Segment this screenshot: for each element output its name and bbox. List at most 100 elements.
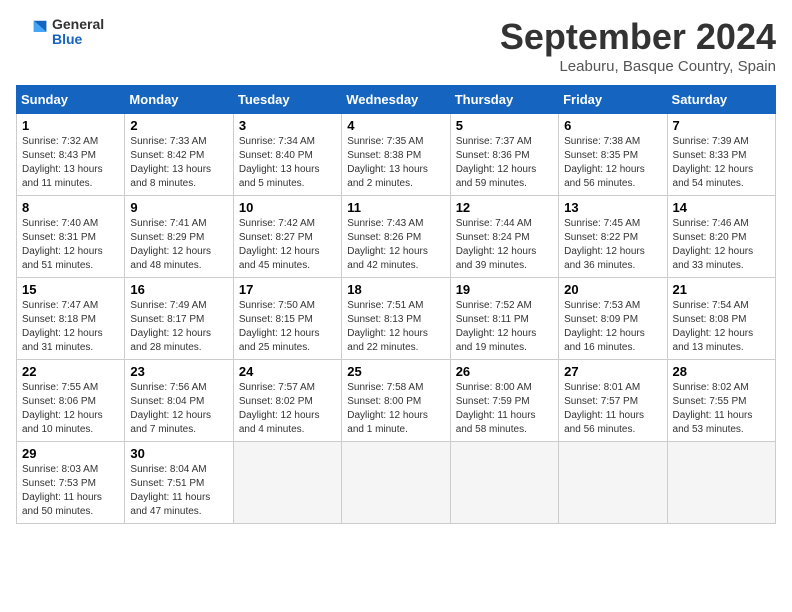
day-info: Sunrise: 7:37 AM Sunset: 8:36 PM Dayligh… [456, 135, 553, 191]
day-cell: 28 Sunrise: 8:02 AM Sunset: 7:55 PM Dayli… [667, 360, 775, 442]
day-cell: 14 Sunrise: 7:46 AM Sunset: 8:20 PM Dayli… [667, 196, 775, 278]
day-cell: 20 Sunrise: 7:53 AM Sunset: 8:09 PM Dayli… [559, 278, 667, 360]
day-cell: 13Sunrise: 7:45 AM Sunset: 8:22 PM Dayli… [559, 196, 667, 278]
day-info: Sunrise: 7:32 AM Sunset: 8:43 PM Dayligh… [22, 135, 119, 191]
day-info: Sunrise: 7:46 AM Sunset: 8:20 PM Dayligh… [673, 217, 770, 273]
week-row-4: 22 Sunrise: 7:55 AM Sunset: 8:06 PM Dayli… [17, 360, 776, 442]
day-number: 30 [130, 446, 227, 461]
day-info: Sunrise: 7:53 AM Sunset: 8:09 PM Dayligh… [564, 299, 661, 355]
day-info: Sunrise: 7:57 AM Sunset: 8:02 PM Dayligh… [239, 381, 336, 437]
day-number: 4 [347, 118, 444, 133]
day-cell: 5 Sunrise: 7:37 AM Sunset: 8:36 PM Daylig… [450, 114, 558, 196]
day-info: Sunrise: 7:33 AM Sunset: 8:42 PM Dayligh… [130, 135, 227, 191]
day-cell: 30 Sunrise: 8:04 AM Sunset: 7:51 PM Dayli… [125, 442, 233, 524]
logo-general: General [52, 17, 104, 32]
day-info: Sunrise: 7:38 AM Sunset: 8:35 PM Dayligh… [564, 135, 661, 191]
day-cell: 25 Sunrise: 7:58 AM Sunset: 8:00 PM Dayli… [342, 360, 450, 442]
week-row-2: 8Sunrise: 7:40 AM Sunset: 8:31 PM Daylig… [17, 196, 776, 278]
day-number: 20 [564, 282, 661, 297]
day-number: 22 [22, 364, 119, 379]
day-cell: 23 Sunrise: 7:56 AM Sunset: 8:04 PM Dayli… [125, 360, 233, 442]
week-row-5: 29 Sunrise: 8:03 AM Sunset: 7:53 PM Dayli… [17, 442, 776, 524]
day-number: 5 [456, 118, 553, 133]
col-header-tuesday: Tuesday [233, 86, 341, 114]
day-cell [559, 442, 667, 524]
day-number: 6 [564, 118, 661, 133]
day-cell: 18 Sunrise: 7:51 AM Sunset: 8:13 PM Dayli… [342, 278, 450, 360]
day-info: Sunrise: 8:03 AM Sunset: 7:53 PM Dayligh… [22, 463, 119, 519]
day-cell: 26 Sunrise: 8:00 AM Sunset: 7:59 PM Dayli… [450, 360, 558, 442]
header-row: SundayMondayTuesdayWednesdayThursdayFrid… [17, 86, 776, 114]
day-cell: 4Sunrise: 7:35 AM Sunset: 8:38 PM Daylig… [342, 114, 450, 196]
day-info: Sunrise: 7:55 AM Sunset: 8:06 PM Dayligh… [22, 381, 119, 437]
day-number: 17 [239, 282, 336, 297]
month-title: September 2024 [500, 16, 776, 58]
title-block: September 2024 Leaburu, Basque Country, … [500, 16, 776, 75]
day-number: 1 [22, 118, 119, 133]
day-cell: 29 Sunrise: 8:03 AM Sunset: 7:53 PM Dayli… [17, 442, 125, 524]
day-cell: 21 Sunrise: 7:54 AM Sunset: 8:08 PM Dayli… [667, 278, 775, 360]
day-info: Sunrise: 8:04 AM Sunset: 7:51 PM Dayligh… [130, 463, 227, 519]
day-info: Sunrise: 8:00 AM Sunset: 7:59 PM Dayligh… [456, 381, 553, 437]
day-info: Sunrise: 7:41 AM Sunset: 8:29 PM Dayligh… [130, 217, 227, 273]
day-cell: 24 Sunrise: 7:57 AM Sunset: 8:02 PM Dayli… [233, 360, 341, 442]
day-number: 19 [456, 282, 553, 297]
col-header-sunday: Sunday [17, 86, 125, 114]
col-header-wednesday: Wednesday [342, 86, 450, 114]
day-number: 3 [239, 118, 336, 133]
day-info: Sunrise: 7:43 AM Sunset: 8:26 PM Dayligh… [347, 217, 444, 273]
day-info: Sunrise: 7:56 AM Sunset: 8:04 PM Dayligh… [130, 381, 227, 437]
day-cell: 8Sunrise: 7:40 AM Sunset: 8:31 PM Daylig… [17, 196, 125, 278]
day-info: Sunrise: 7:42 AM Sunset: 8:27 PM Dayligh… [239, 217, 336, 273]
day-cell: 3 Sunrise: 7:34 AM Sunset: 8:40 PM Daylig… [233, 114, 341, 196]
week-row-1: 1 Sunrise: 7:32 AM Sunset: 8:43 PM Daylig… [17, 114, 776, 196]
day-info: Sunrise: 7:51 AM Sunset: 8:13 PM Dayligh… [347, 299, 444, 355]
day-number: 15 [22, 282, 119, 297]
day-number: 18 [347, 282, 444, 297]
day-cell [342, 442, 450, 524]
location: Leaburu, Basque Country, Spain [500, 58, 776, 75]
day-cell: 22 Sunrise: 7:55 AM Sunset: 8:06 PM Dayli… [17, 360, 125, 442]
day-cell [667, 442, 775, 524]
day-cell: 2 Sunrise: 7:33 AM Sunset: 8:42 PM Daylig… [125, 114, 233, 196]
day-number: 29 [22, 446, 119, 461]
day-number: 16 [130, 282, 227, 297]
day-info: Sunrise: 7:34 AM Sunset: 8:40 PM Dayligh… [239, 135, 336, 191]
day-number: 2 [130, 118, 227, 133]
day-info: Sunrise: 7:49 AM Sunset: 8:17 PM Dayligh… [130, 299, 227, 355]
day-number: 23 [130, 364, 227, 379]
col-header-friday: Friday [559, 86, 667, 114]
logo: General Blue [16, 16, 104, 48]
day-number: 7 [673, 118, 770, 133]
col-header-monday: Monday [125, 86, 233, 114]
day-number: 14 [673, 200, 770, 215]
day-cell: 6 Sunrise: 7:38 AM Sunset: 8:35 PM Daylig… [559, 114, 667, 196]
day-cell: 16 Sunrise: 7:49 AM Sunset: 8:17 PM Dayli… [125, 278, 233, 360]
day-info: Sunrise: 7:39 AM Sunset: 8:33 PM Dayligh… [673, 135, 770, 191]
day-number: 11 [347, 200, 444, 215]
day-number: 9 [130, 200, 227, 215]
day-info: Sunrise: 7:40 AM Sunset: 8:31 PM Dayligh… [22, 217, 119, 273]
day-number: 25 [347, 364, 444, 379]
logo-blue: Blue [52, 32, 104, 47]
day-number: 10 [239, 200, 336, 215]
day-cell [233, 442, 341, 524]
day-number: 28 [673, 364, 770, 379]
day-cell [450, 442, 558, 524]
day-cell: 27Sunrise: 8:01 AM Sunset: 7:57 PM Dayli… [559, 360, 667, 442]
day-cell: 9 Sunrise: 7:41 AM Sunset: 8:29 PM Daylig… [125, 196, 233, 278]
day-info: Sunrise: 7:44 AM Sunset: 8:24 PM Dayligh… [456, 217, 553, 273]
logo-text: General Blue [52, 17, 104, 48]
day-number: 24 [239, 364, 336, 379]
day-info: Sunrise: 7:45 AM Sunset: 8:22 PM Dayligh… [564, 217, 661, 273]
day-number: 26 [456, 364, 553, 379]
day-number: 12 [456, 200, 553, 215]
day-info: Sunrise: 7:58 AM Sunset: 8:00 PM Dayligh… [347, 381, 444, 437]
day-cell: 1 Sunrise: 7:32 AM Sunset: 8:43 PM Daylig… [17, 114, 125, 196]
day-info: Sunrise: 8:01 AM Sunset: 7:57 PM Dayligh… [564, 381, 661, 437]
day-number: 21 [673, 282, 770, 297]
day-info: Sunrise: 7:54 AM Sunset: 8:08 PM Dayligh… [673, 299, 770, 355]
day-info: Sunrise: 8:02 AM Sunset: 7:55 PM Dayligh… [673, 381, 770, 437]
page-header: General Blue September 2024 Leaburu, Bas… [16, 16, 776, 75]
day-info: Sunrise: 7:52 AM Sunset: 8:11 PM Dayligh… [456, 299, 553, 355]
